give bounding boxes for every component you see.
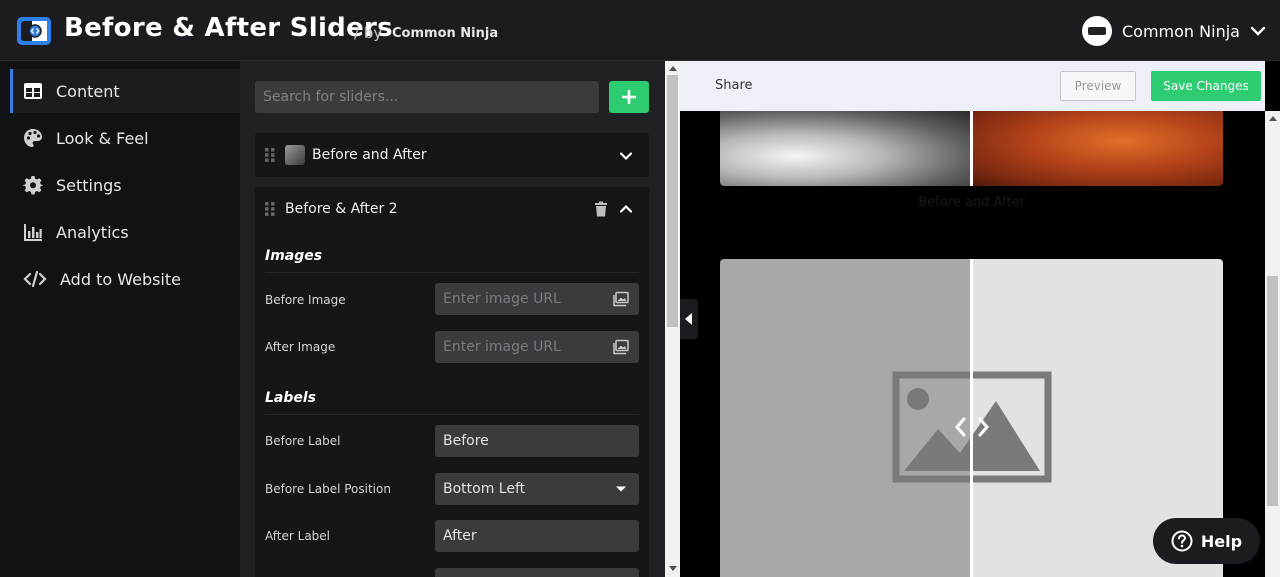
sidebar-item-label: Add to Website <box>60 269 181 289</box>
slider-handle-arrows-icon[interactable] <box>950 415 994 439</box>
divider <box>265 414 639 415</box>
section-title-labels: Labels <box>265 390 317 406</box>
slider-title[interactable]: Before & After 2 <box>285 201 398 217</box>
sidebar-item-label: Look & Feel <box>56 128 149 148</box>
scroll-up-arrow[interactable] <box>1269 116 1277 121</box>
section-title-images: Images <box>265 248 323 264</box>
after-image-field[interactable]: Enter image URL <box>435 331 639 363</box>
preview-area: Share Preview Save Changes Before and Af… <box>680 61 1280 577</box>
chevron-down-icon[interactable] <box>619 149 633 163</box>
scrollbar-thumb[interactable] <box>1267 276 1278 506</box>
avatar[interactable] <box>1082 16 1112 46</box>
scroll-up-arrow[interactable] <box>669 66 677 71</box>
plus-icon <box>622 90 636 104</box>
before-image-field[interactable]: Enter image URL <box>435 283 639 315</box>
search-input[interactable] <box>255 81 599 113</box>
sidebar-item-label: Settings <box>56 175 122 195</box>
panel-scrollbar[interactable] <box>665 61 680 577</box>
after-image <box>970 111 1223 186</box>
before-label-position-select[interactable]: Bottom Left <box>435 473 639 505</box>
drag-handle-icon[interactable] <box>265 148 275 162</box>
slider-card-expanded: Before & After 2 Images Before Image Ent… <box>255 187 649 577</box>
sidebar-item-content[interactable]: Content <box>10 69 240 113</box>
chevron-up-icon[interactable] <box>619 202 633 216</box>
caret-left-icon <box>685 313 692 325</box>
before-label-label: Before Label <box>265 434 341 448</box>
gear-icon <box>23 176 43 195</box>
sidebar: Content Look & Feel Settings Analytics A… <box>0 61 240 577</box>
before-after-slider-2[interactable] <box>720 259 1223 577</box>
palette-icon <box>24 129 42 147</box>
scroll-down-arrow[interactable] <box>669 566 677 571</box>
preview-toolbar: Share Preview Save Changes <box>680 61 1265 111</box>
before-label-position-value: Bottom Left <box>443 481 526 497</box>
user-menu[interactable]: Common Ninja <box>1082 15 1268 47</box>
divider <box>265 272 639 273</box>
save-changes-button[interactable]: Save Changes <box>1151 71 1261 101</box>
user-name: Common Ninja <box>1122 21 1240 41</box>
after-image-label: After Image <box>265 340 336 354</box>
slider-title: Before and After <box>312 147 427 163</box>
sidebar-item-analytics[interactable]: Analytics <box>10 210 240 254</box>
before-label-value: Before <box>443 433 489 449</box>
question-circle-icon <box>1171 530 1193 552</box>
sidebar-item-settings[interactable]: Settings <box>10 163 240 207</box>
sidebar-item-label: Analytics <box>56 222 129 242</box>
image-upload-icon[interactable] <box>613 339 629 355</box>
before-after-slider-1[interactable] <box>720 111 1223 186</box>
top-bar: Before & After Sliders / by Common Ninja… <box>0 0 1280 61</box>
app-title: Before & After Sliders <box>64 13 393 43</box>
add-slider-button[interactable] <box>609 81 649 113</box>
before-label-input[interactable]: Before <box>435 425 639 457</box>
before-image-label: Before Image <box>265 293 346 307</box>
app-logo-icon <box>17 17 51 45</box>
brand-name[interactable]: Common Ninja <box>392 26 498 41</box>
collapse-panel-button[interactable] <box>680 299 698 339</box>
slider-caption: Before and After <box>918 195 1025 210</box>
preview-button[interactable]: Preview <box>1060 71 1136 101</box>
code-icon <box>23 270 47 288</box>
trash-icon[interactable] <box>594 201 608 217</box>
scrollbar-thumb[interactable] <box>667 75 678 327</box>
next-field[interactable] <box>435 568 639 577</box>
chevron-down-icon[interactable] <box>1248 21 1268 41</box>
after-label-input[interactable]: After <box>435 520 639 552</box>
sidebar-item-add-to-website[interactable]: Add to Website <box>10 257 240 301</box>
bar-chart-icon <box>24 224 42 241</box>
editor-panel: Before and After Before & After 2 Images… <box>240 61 665 577</box>
share-link[interactable]: Share <box>715 78 753 93</box>
slider-divider[interactable] <box>970 111 973 186</box>
caret-down-icon <box>616 486 626 492</box>
before-image-placeholder: Enter image URL <box>443 291 561 307</box>
after-image-placeholder: Enter image URL <box>443 339 561 355</box>
after-label-value: After <box>443 528 477 544</box>
help-button[interactable]: Help <box>1153 518 1260 564</box>
preview-scrollbar[interactable] <box>1265 111 1280 577</box>
slider-thumbnail <box>285 145 305 165</box>
slider-card-collapsed[interactable]: Before and After <box>255 133 649 177</box>
by-separator: / by <box>354 24 383 42</box>
image-upload-icon[interactable] <box>613 291 629 307</box>
after-label-label: After Label <box>265 529 331 543</box>
before-image <box>720 111 970 186</box>
drag-handle-icon[interactable] <box>265 202 275 216</box>
sidebar-item-look-feel[interactable]: Look & Feel <box>10 116 240 160</box>
sidebar-item-label: Content <box>56 81 120 101</box>
before-label-position-label: Before Label Position <box>265 482 391 496</box>
table-icon <box>24 83 42 99</box>
help-label: Help <box>1200 531 1243 551</box>
